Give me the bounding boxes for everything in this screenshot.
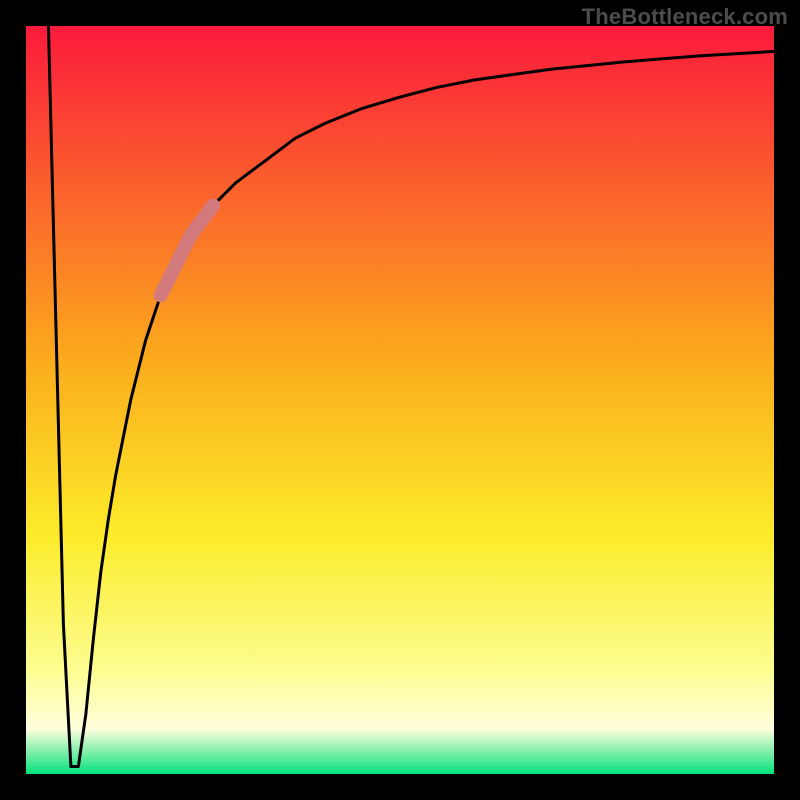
bottleneck-chart bbox=[26, 26, 774, 774]
gradient-background bbox=[26, 26, 774, 774]
watermark-text: TheBottleneck.com bbox=[582, 4, 788, 30]
plot-area bbox=[26, 26, 774, 774]
chart-frame: TheBottleneck.com bbox=[0, 0, 800, 800]
